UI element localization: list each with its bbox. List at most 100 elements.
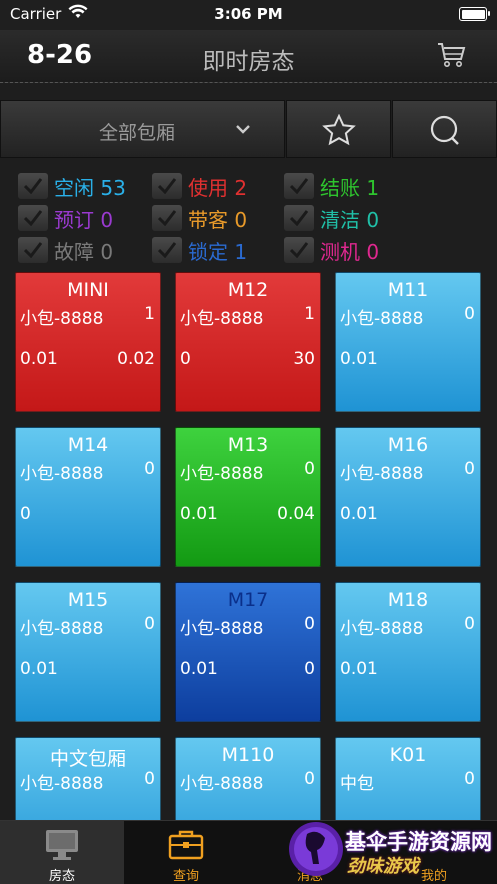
room-type: 小包-8888 — [340, 464, 424, 484]
room-count: 1 — [144, 304, 155, 324]
room-min-charge: 0.01 — [180, 504, 218, 524]
tab-room-status[interactable]: 房态 — [0, 821, 124, 884]
checkmark-icon — [290, 178, 308, 194]
checkmark-icon — [158, 210, 176, 226]
room-type: 小包-8888 — [20, 464, 104, 484]
room-tile[interactable]: M15 小包-8888 0 0.01 — [15, 582, 161, 722]
tab-query[interactable]: 查询 — [124, 821, 248, 884]
legend-label: 清洁 0 — [320, 208, 380, 232]
star-icon — [322, 114, 356, 146]
room-count: 0 — [304, 614, 315, 634]
filter-bar: 全部包厢 — [0, 100, 497, 158]
room-max-charge: 30 — [293, 349, 315, 369]
room-count: 0 — [144, 614, 155, 634]
checkmark-icon — [290, 210, 308, 226]
room-name: M17 — [227, 589, 269, 611]
room-min-charge: 0 — [180, 349, 191, 369]
legend-label: 带客 0 — [188, 208, 248, 232]
room-type: 小包-8888 — [20, 309, 104, 329]
checkmark-icon — [158, 178, 176, 194]
room-min-charge: 0.01 — [340, 659, 378, 679]
room-name: K01 — [389, 744, 427, 766]
checkmark-icon — [24, 178, 42, 194]
checkbox[interactable] — [284, 173, 314, 199]
clock: 3:06 PM — [214, 5, 283, 23]
room-tile[interactable]: M14 小包-8888 0 0 — [15, 427, 161, 567]
room-count: 0 — [144, 459, 155, 479]
checkbox[interactable] — [152, 237, 182, 263]
legend-label: 空闲 53 — [54, 176, 126, 200]
watermark: 基伞手游资源网 劲味游戏 — [283, 818, 497, 883]
room-name: M13 — [227, 434, 269, 456]
room-type: 小包-8888 — [180, 309, 264, 329]
monitor-icon — [46, 830, 78, 860]
room-tile[interactable]: M12 小包-8888 1 0 30 — [175, 272, 321, 412]
room-type: 小包-8888 — [340, 619, 424, 639]
room-type: 小包-8888 — [20, 774, 104, 794]
room-type: 中包 — [340, 774, 374, 794]
room-filter-label: 全部包厢 — [99, 122, 176, 144]
legend-label: 故障 0 — [54, 240, 114, 264]
page-title: 即时房态 — [202, 49, 295, 75]
tab-room-status-label: 房态 — [48, 869, 75, 884]
room-tile[interactable]: M17 小包-8888 0 0.01 0 — [175, 582, 321, 722]
room-tile[interactable]: M13 小包-8888 0 0.01 0.04 — [175, 427, 321, 567]
room-type: 小包-8888 — [20, 619, 104, 639]
checkbox[interactable] — [18, 205, 48, 231]
room-name: M15 — [67, 589, 109, 611]
checkbox[interactable] — [284, 237, 314, 263]
room-min-charge: 0.01 — [340, 349, 378, 369]
status-legend: 空闲 53 使用 2 结账 1 预订 0 带客 0 清洁 0 故障 0 锁定 1 测机 0 — [18, 171, 488, 265]
briefcase-icon — [168, 830, 204, 860]
battery-icon — [459, 7, 490, 21]
legend-label: 锁定 1 — [188, 240, 248, 264]
room-type: 小包-8888 — [180, 619, 264, 639]
room-count: 0 — [464, 304, 475, 324]
checkmark-icon — [290, 242, 308, 258]
cart-icon[interactable] — [436, 40, 466, 70]
room-count: 1 — [304, 304, 315, 324]
search-button[interactable] — [392, 100, 497, 158]
legend-label: 结账 1 — [320, 176, 380, 200]
checkmark-icon — [24, 242, 42, 258]
room-filter-dropdown[interactable]: 全部包厢 — [0, 100, 285, 158]
room-name: M14 — [67, 434, 109, 456]
room-min-charge: 0.01 — [20, 349, 58, 369]
search-icon — [430, 115, 459, 145]
room-count: 0 — [464, 459, 475, 479]
checkbox[interactable] — [18, 237, 48, 263]
checkbox[interactable] — [18, 173, 48, 199]
favorite-button[interactable] — [286, 100, 391, 158]
legend-label: 测机 0 — [320, 240, 380, 264]
checkbox[interactable] — [152, 173, 182, 199]
room-tile[interactable]: M16 小包-8888 0 0.01 — [335, 427, 481, 567]
room-name: M110 — [221, 744, 275, 766]
checkbox[interactable] — [152, 205, 182, 231]
status-bar: Carrier 3:06 PM — [0, 0, 497, 30]
room-type: 小包-8888 — [340, 309, 424, 329]
tab-query-label: 查询 — [172, 869, 199, 884]
watermark-subtitle: 劲味游戏 — [347, 856, 419, 877]
checkbox[interactable] — [284, 205, 314, 231]
room-tile[interactable]: M11 小包-8888 0 0.01 — [335, 272, 481, 412]
checkmark-icon — [158, 242, 176, 258]
room-tile[interactable]: MINI 小包-8888 1 0.01 0.02 — [15, 272, 161, 412]
room-count: 0 — [144, 769, 155, 789]
room-max-charge: 0 — [304, 659, 315, 679]
room-max-charge: 0.02 — [117, 349, 155, 369]
room-name: MINI — [67, 279, 109, 301]
nav-header: 8-26 即时房态 — [0, 30, 497, 83]
room-type: 小包-8888 — [180, 774, 264, 794]
room-name: M12 — [227, 279, 269, 301]
room-tile[interactable]: M18 小包-8888 0 0.01 — [335, 582, 481, 722]
room-min-charge: 0.01 — [180, 659, 218, 679]
checkmark-icon — [24, 210, 42, 226]
chevron-down-icon — [236, 125, 250, 134]
watermark-logo — [289, 822, 343, 876]
room-max-charge: 0.04 — [277, 504, 315, 524]
room-min-charge: 0 — [20, 504, 31, 524]
room-count: 0 — [464, 614, 475, 634]
room-min-charge: 0.01 — [340, 504, 378, 524]
legend-label: 使用 2 — [188, 176, 248, 200]
room-type: 小包-8888 — [180, 464, 264, 484]
